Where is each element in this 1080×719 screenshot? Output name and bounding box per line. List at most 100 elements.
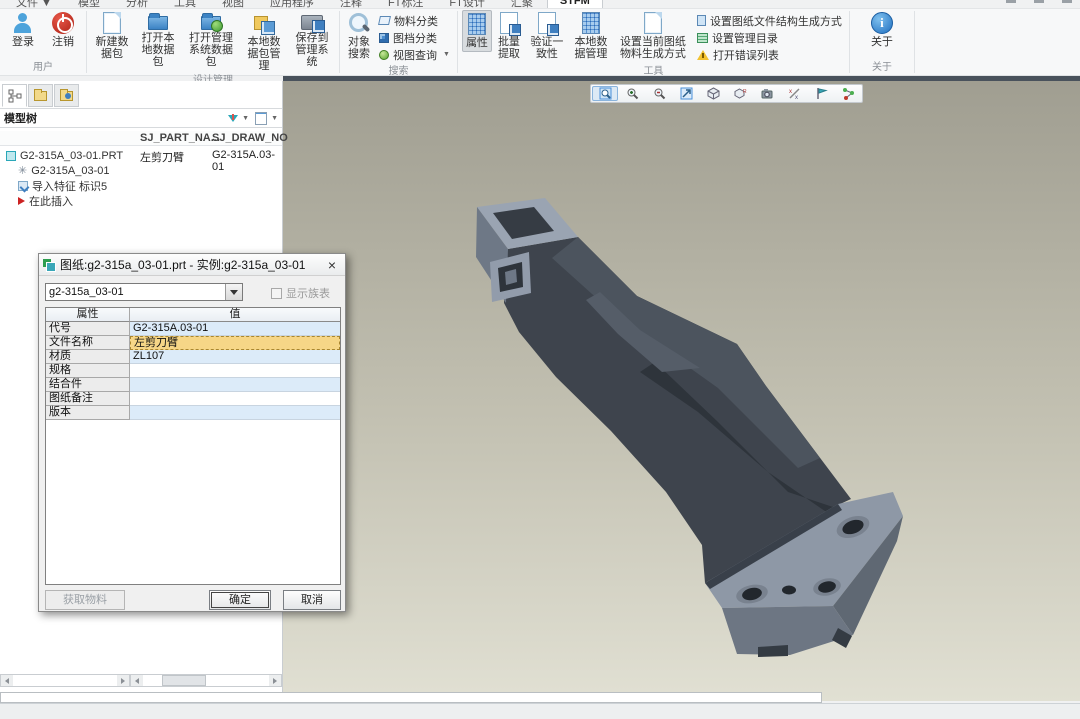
tab-file[interactable]: 文件 ▼ — [4, 0, 64, 9]
table-row[interactable]: 图纸备注 — [46, 392, 340, 406]
properties-button[interactable]: 属性 — [462, 10, 492, 52]
tree-settings-button[interactable]: ▼ — [255, 112, 278, 125]
object-search-button[interactable]: 对象搜索 — [344, 10, 374, 62]
local-package-mgmt-button[interactable]: 本地数据包管理 — [241, 10, 287, 74]
tree-row-insert-here[interactable]: 在此插入 — [0, 193, 282, 208]
dialog-titlebar[interactable]: 图纸:g2-315a_03-01.prt - 实例:g2-315a_03-01 … — [39, 254, 345, 276]
document-icon — [103, 12, 121, 34]
page-disk-icon — [500, 12, 518, 34]
status-bar — [0, 703, 1080, 719]
table-row[interactable]: 文件名称 左剪刀臂 — [46, 336, 340, 350]
tab-folder-browser[interactable] — [28, 84, 53, 107]
tab-favorites[interactable] — [54, 84, 79, 107]
value-cell[interactable]: ZL107 — [130, 350, 340, 364]
tree-row-csys[interactable]: ✳ G2-315A_03-01 — [0, 163, 282, 178]
tab-model-tree[interactable] — [2, 84, 27, 107]
table-row[interactable]: 结合件 — [46, 378, 340, 392]
group-separator — [914, 11, 915, 73]
doc-class-button[interactable]: 图档分类 — [379, 30, 450, 45]
tree-row-part[interactable]: G2-315A_03-01.PRT 左剪刀臂 G2-315A.03-01 — [0, 148, 282, 163]
sheet-icon — [378, 16, 391, 25]
material-class-button[interactable]: 物料分类 — [379, 13, 450, 28]
table-row[interactable]: 材质 ZL107 — [46, 350, 340, 364]
columns-horizontal-scrollbar[interactable] — [130, 674, 282, 687]
checkbox-icon — [271, 288, 282, 299]
filter-icon — [228, 115, 238, 122]
ribbon-group-about: i 关于 关于 — [850, 9, 914, 75]
properties-grid-icon — [468, 13, 486, 35]
value-cell[interactable]: G2-315A.03-01 — [130, 322, 340, 336]
tree-row-import-feature[interactable]: 导入特征 标识5 — [0, 178, 282, 193]
scroll-right-icon[interactable] — [269, 675, 281, 686]
tab-stfm-active[interactable]: STFM — [547, 0, 603, 9]
tree-horizontal-scrollbar[interactable] — [0, 674, 130, 687]
column-header-draw-no[interactable]: SJ_DRAW_NO — [212, 132, 288, 144]
titlebar-remnant — [1006, 0, 1072, 3]
scroll-left-icon[interactable] — [1, 675, 13, 686]
save-to-system-button[interactable]: 保存到管理系统 — [289, 10, 335, 70]
table-header-row: 属性 值 — [46, 308, 340, 322]
value-cell[interactable] — [130, 406, 340, 420]
login-button[interactable]: 登录 — [4, 10, 42, 50]
tab-ft-annotate[interactable]: FT标注 — [376, 0, 435, 9]
properties-table: 属性 值 代号 G2-315A.03-01 文件名称 左剪刀臂 材质 ZL107… — [45, 307, 341, 585]
mini-table-icon — [697, 33, 708, 43]
get-material-button: 获取物料 — [45, 590, 125, 610]
tab-huiju[interactable]: 汇聚 — [499, 0, 545, 9]
open-system-package-button[interactable]: 打开管理系统数据包 — [183, 10, 239, 70]
favorites-folder-icon — [60, 91, 73, 101]
logout-button[interactable]: 注销 — [44, 10, 82, 50]
model-3d-render — [283, 81, 1080, 701]
local-data-mgmt-button[interactable]: 本地数据管理 — [570, 10, 612, 62]
ribbon-group-tools: 属性 批量提取 验证一致性 本地数据管理 设置当前图纸物料生成方式 — [458, 9, 849, 75]
message-prompt-bar — [0, 692, 822, 703]
tree-filter-button[interactable]: ▼ — [228, 115, 249, 122]
column-header-part-name[interactable]: SJ_PART_NA... — [140, 132, 220, 144]
view-query-button[interactable]: 视图查询 ▼ — [379, 47, 450, 62]
new-package-button[interactable]: 新建数据包 — [91, 10, 133, 62]
value-cell-selected[interactable]: 左剪刀臂 — [130, 336, 340, 350]
set-current-drawing-button[interactable]: 设置当前图纸物料生成方式 — [614, 10, 692, 62]
instance-combobox[interactable]: g2-315a_03-01 — [45, 283, 243, 301]
open-local-package-button[interactable]: 打开本地数据包 — [135, 10, 181, 70]
scroll-left-icon[interactable] — [131, 675, 143, 686]
about-button[interactable]: i 关于 — [865, 10, 899, 50]
cancel-button[interactable]: 取消 — [283, 590, 341, 610]
tab-applications[interactable]: 应用程序 — [258, 0, 326, 9]
batch-extract-button[interactable]: 批量提取 — [494, 10, 524, 62]
tab-view[interactable]: 视图 — [210, 0, 256, 9]
ribbon-group-user: 登录 注销 用户 — [0, 9, 86, 75]
scroll-right-icon[interactable] — [117, 675, 129, 686]
tab-tools[interactable]: 工具 — [162, 0, 208, 9]
table-row[interactable]: 规格 — [46, 364, 340, 378]
table-row[interactable]: 版本 — [46, 406, 340, 420]
verify-consistency-button[interactable]: 验证一致性 — [526, 10, 568, 62]
combobox-dropdown-button[interactable] — [225, 284, 242, 300]
user-icon — [12, 12, 34, 34]
page-disk-icon — [538, 12, 556, 34]
set-mgmt-dir-button[interactable]: 设置管理目录 — [697, 30, 842, 45]
warning-icon — [697, 50, 709, 60]
info-icon: i — [871, 12, 893, 34]
close-icon[interactable]: × — [323, 257, 341, 273]
tab-model[interactable]: 模型 — [66, 0, 112, 9]
table-row[interactable]: 代号 G2-315A.03-01 — [46, 322, 340, 336]
tree-column-headers: SJ_PART_NA... SJ_DRAW_NO — [0, 131, 282, 146]
chevron-down-icon: ▼ — [271, 115, 278, 122]
value-cell[interactable] — [130, 364, 340, 378]
open-error-list-button[interactable]: 打开错误列表 — [697, 47, 842, 62]
ok-button[interactable]: 确定 — [209, 590, 271, 610]
scrollbar-thumb[interactable] — [162, 675, 206, 686]
tab-analysis[interactable]: 分析 — [114, 0, 160, 9]
cube-icon — [379, 33, 389, 43]
tab-ft-design[interactable]: FT设计 — [437, 0, 496, 9]
search-icon — [348, 12, 370, 34]
show-family-table-checkbox[interactable]: 显示族表 — [271, 285, 330, 301]
packages-icon — [253, 12, 275, 34]
graphics-viewport[interactable]: RB xx — [283, 81, 1080, 701]
tab-annotate[interactable]: 注释 — [328, 0, 374, 9]
value-cell[interactable] — [130, 378, 340, 392]
value-cell[interactable] — [130, 392, 340, 406]
import-feature-icon — [18, 181, 28, 191]
set-structure-button[interactable]: 设置图纸文件结构生成方式 — [697, 13, 842, 28]
